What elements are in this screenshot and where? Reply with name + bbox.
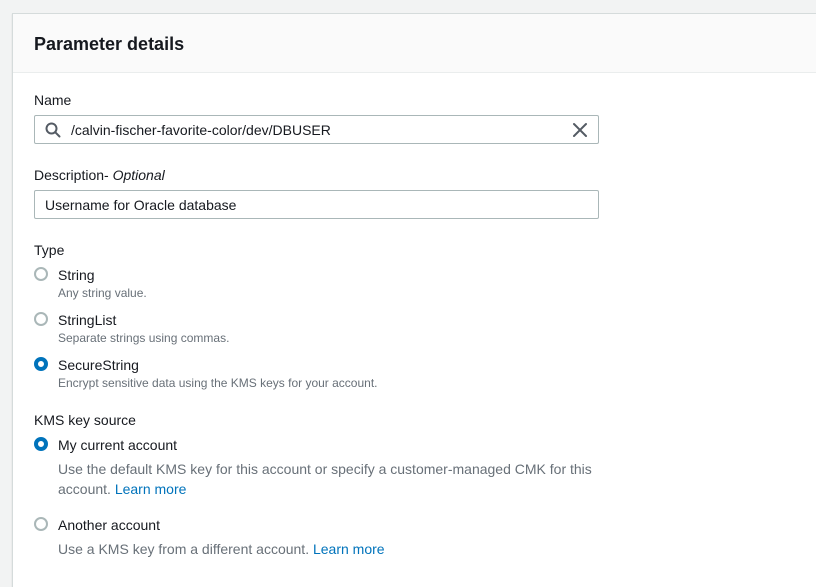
radio-label: String bbox=[58, 267, 95, 283]
radio-button[interactable] bbox=[34, 312, 48, 326]
name-search-input[interactable]: /calvin-fischer-favorite-color/dev/DBUSE… bbox=[34, 115, 599, 144]
parameter-details-panel: Parameter details Name /calvin-fischer-f… bbox=[12, 13, 816, 587]
radio-label: StringList bbox=[58, 312, 117, 328]
name-label: Name bbox=[34, 92, 72, 108]
name-value[interactable]: /calvin-fischer-favorite-color/dev/DBUSE… bbox=[71, 121, 331, 139]
description-field[interactable] bbox=[34, 190, 599, 219]
radio-label: SecureString bbox=[58, 357, 139, 373]
description-label: Description- Optional bbox=[34, 166, 165, 184]
panel-header: Parameter details bbox=[13, 14, 816, 73]
radio-description-text: Use a KMS key from a different account. bbox=[58, 541, 310, 557]
learn-more-link[interactable]: Learn more bbox=[313, 541, 385, 557]
radio-description: Use a KMS key from a different account. … bbox=[58, 539, 598, 559]
learn-more-link[interactable]: Learn more bbox=[115, 481, 187, 497]
optional-tag: Optional bbox=[108, 167, 165, 183]
radio-button[interactable] bbox=[34, 267, 48, 281]
radio-description: Separate strings using commas. bbox=[58, 331, 230, 345]
radio-button[interactable] bbox=[34, 517, 48, 531]
description-label-text: Description- bbox=[34, 167, 109, 183]
search-icon bbox=[45, 122, 61, 138]
radio-button-selected[interactable] bbox=[34, 437, 48, 451]
type-label: Type bbox=[34, 242, 65, 258]
radio-label: My current account bbox=[58, 437, 178, 453]
radio-description: Any string value. bbox=[58, 286, 147, 300]
kms-key-source-label: KMS key source bbox=[34, 412, 136, 428]
radio-description: Encrypt sensitive data using the KMS key… bbox=[58, 376, 378, 390]
close-icon[interactable] bbox=[572, 122, 588, 138]
radio-button-selected[interactable] bbox=[34, 357, 48, 371]
radio-description: Use the default KMS key for this account… bbox=[58, 459, 598, 499]
radio-label: Another account bbox=[58, 517, 160, 533]
panel-title: Parameter details bbox=[34, 34, 185, 54]
